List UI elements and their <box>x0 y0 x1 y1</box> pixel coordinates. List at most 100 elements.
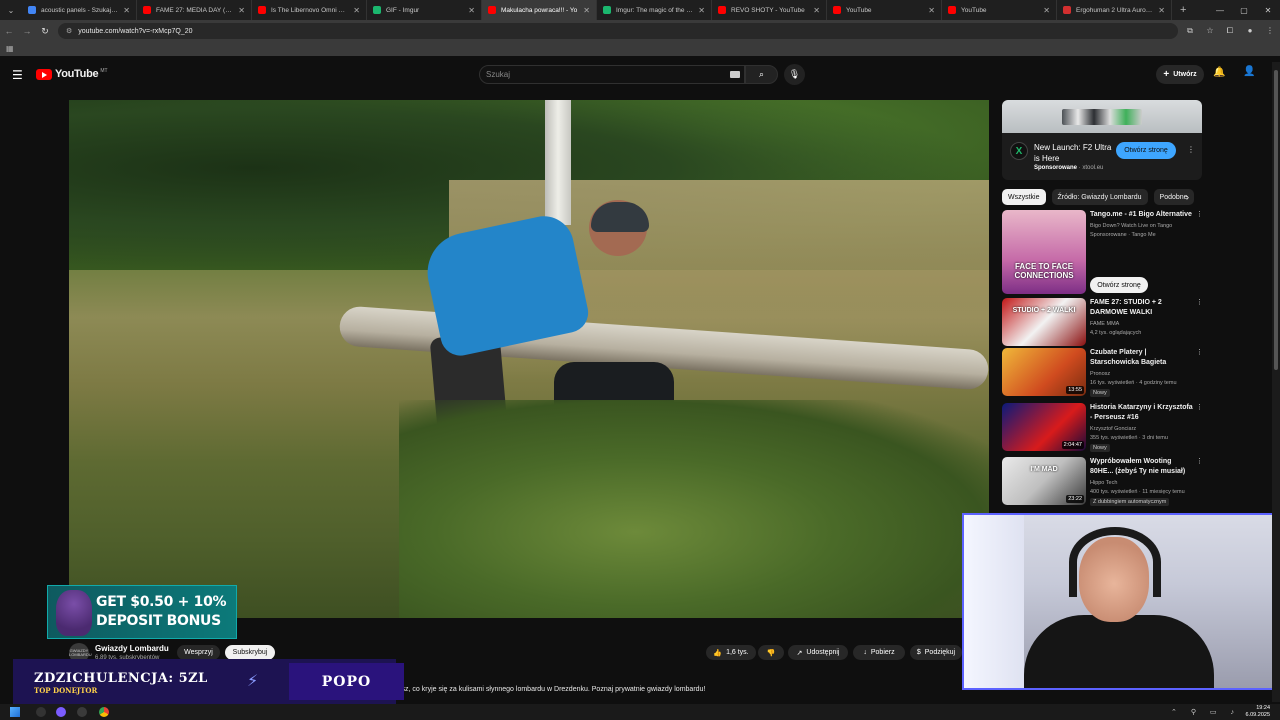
share-button[interactable]: ↗ Udostępnij <box>788 645 848 660</box>
tab-close-icon[interactable]: ✕ <box>928 6 935 15</box>
video-thumbnail[interactable]: 2:04:47 <box>1002 403 1086 451</box>
more-options-icon[interactable]: ⋮ <box>1196 403 1203 411</box>
cast-icon[interactable]: ⧉ <box>1180 26 1200 36</box>
dislike-button[interactable]: 👎 <box>758 645 784 660</box>
browser-tab[interactable]: FAME 27: MEDIA DAY (Media ✕ <box>137 0 252 20</box>
tab-close-icon[interactable]: ✕ <box>813 6 820 15</box>
taskbar-app-icon[interactable] <box>36 707 46 717</box>
browser-tab[interactable]: Is The Libernovo Omni Chair ✕ <box>252 0 367 20</box>
open-site-button[interactable]: Otwórz stronę <box>1090 277 1148 293</box>
channel-name[interactable]: Hippo Tech <box>1090 479 1117 488</box>
tab-close-icon[interactable]: ✕ <box>583 6 590 15</box>
tab-close-icon[interactable]: ✕ <box>123 6 130 15</box>
browser-tab[interactable]: Imgur: The magic of the Inter ✕ <box>597 0 712 20</box>
taskbar-chrome-icon[interactable] <box>99 707 109 717</box>
url-field[interactable]: ⚙ youtube.com/watch?v=-rxMcp7Q_20 <box>58 23 1178 39</box>
youtube-logo[interactable]: YouTube MT <box>36 68 108 80</box>
browser-tab[interactable]: YouTube ✕ <box>942 0 1057 20</box>
sidebar-sponsored-ad[interactable]: X New Launch: F2 Ultra is Here Sponsorow… <box>1002 100 1202 180</box>
video-thumbnail[interactable]: FACE TO FACE CONNECTIONS <box>1002 210 1086 294</box>
ad-title[interactable]: New Launch: F2 Ultra is Here <box>1034 142 1114 164</box>
description-snippet[interactable]: u zobaczysz, co kryje się za kulisami sł… <box>370 686 705 693</box>
thanks-button[interactable]: $ Podziękuj <box>910 645 962 660</box>
recommendation-item[interactable]: 13:55 Czubate Platery | Starschowicka Bag… <box>1002 348 1203 398</box>
tab-close-icon[interactable]: ✕ <box>1043 6 1050 15</box>
bookmark-star-icon[interactable]: ☆ <box>1200 26 1220 36</box>
tab-close-icon[interactable]: ✕ <box>238 6 245 15</box>
filter-chip[interactable]: Źródło: Gwiazdy Lombardu <box>1051 189 1148 205</box>
channel-name[interactable]: Bigo Down? Watch Live on Tango <box>1090 222 1172 231</box>
browser-tab[interactable]: GIF - Imgur ✕ <box>367 0 482 20</box>
bookmarks-bar: ▦ <box>0 42 1280 56</box>
guide-menu-icon[interactable]: ☰ <box>12 68 23 82</box>
video-player[interactable] <box>69 100 989 618</box>
download-button[interactable]: ↓ Pobierz <box>853 645 905 660</box>
extensions-icon[interactable]: ⧠ <box>1220 26 1240 36</box>
support-button[interactable]: Wesprzyj <box>177 645 220 660</box>
filter-chip[interactable]: Wszystkie <box>1002 189 1046 205</box>
more-options-icon[interactable]: ⋮ <box>1196 348 1203 356</box>
tab-close-icon[interactable]: ✕ <box>353 6 360 15</box>
search-input[interactable]: Szukaj <box>479 65 745 84</box>
video-title[interactable]: Tango.me - #1 Bigo Alternative <box>1090 210 1194 220</box>
apps-grid-icon[interactable]: ▦ <box>6 44 14 53</box>
browser-tab[interactable]: Makulacha powraca!!! - Yo ✕ <box>482 0 597 20</box>
voice-search-button[interactable]: 🎙 <box>784 64 805 85</box>
taskbar-discord-icon[interactable] <box>56 707 66 717</box>
recommendation-item[interactable]: FACE TO FACE CONNECTIONS Tango.me - #1 Bi… <box>1002 210 1203 294</box>
channel-name[interactable]: Gwiazdy Lombardu <box>95 644 169 653</box>
recommendation-item[interactable]: STUDIO + 2 WALKI FAME 27: STUDIO + 2 DARM… <box>1002 298 1203 348</box>
profile-icon[interactable]: ● <box>1240 26 1260 36</box>
browser-tab[interactable]: Ergohuman 2 Ultra Aurora W ✕ <box>1057 0 1172 20</box>
scrollbar-thumb[interactable] <box>1274 70 1278 370</box>
browser-tab[interactable]: acoustic panels - Szukaj w Go ✕ <box>22 0 137 20</box>
site-info-icon[interactable]: ⚙ <box>66 27 72 35</box>
subscribe-button[interactable]: Subskrybuj <box>225 645 275 660</box>
video-title[interactable]: Czubate Platery | Starschowicka Bagieta <box>1090 348 1194 367</box>
video-thumbnail[interactable]: STUDIO + 2 WALKI <box>1002 298 1086 346</box>
channel-name[interactable]: FAME MMA <box>1090 320 1119 329</box>
ad-open-site-button[interactable]: Otwórz stronę <box>1116 142 1176 159</box>
create-button[interactable]: + Utwórz <box>1156 65 1204 84</box>
system-tray-icons[interactable]: ⌃ ⚲ ▭ ♪ <box>1171 708 1240 716</box>
back-icon[interactable]: ← <box>0 26 18 36</box>
video-title[interactable]: Wypróbowałem Wooting 80HE... (żebyś Ty n… <box>1090 457 1194 476</box>
forward-icon[interactable]: → <box>18 26 36 36</box>
recommendation-item[interactable]: 2:04:47 Historia Katarzyny i Krzysztofa -… <box>1002 403 1203 453</box>
more-options-icon[interactable]: ⋮ <box>1196 457 1203 465</box>
more-options-icon[interactable]: ⋮ <box>1196 210 1203 218</box>
search-button[interactable]: ⌕ <box>745 65 778 84</box>
tab-close-icon[interactable]: ✕ <box>468 6 475 15</box>
tab-close-icon[interactable]: ✕ <box>698 6 705 15</box>
more-options-icon[interactable]: ⋮ <box>1196 298 1203 306</box>
tab-close-icon[interactable]: ✕ <box>1158 6 1165 15</box>
video-thumbnail[interactable]: I'M MAD 23:22 <box>1002 457 1086 505</box>
browser-tab[interactable]: REVO SHOTY - YouTube ✕ <box>712 0 827 20</box>
video-title[interactable]: FAME 27: STUDIO + 2 DARMOWE WALKI <box>1090 298 1194 317</box>
channel-name[interactable]: Pronosz <box>1090 370 1110 379</box>
channel-name[interactable]: Krzysztof Gonciarz <box>1090 425 1136 434</box>
notifications-bell-icon[interactable]: 🔔 <box>1213 67 1225 78</box>
keyboard-icon[interactable] <box>730 71 740 78</box>
page-scrollbar[interactable] <box>1272 62 1280 702</box>
taskbar-obs-icon[interactable] <box>77 707 87 717</box>
browser-tab[interactable]: YouTube ✕ <box>827 0 942 20</box>
maximize-icon[interactable]: ▢ <box>1232 0 1256 20</box>
close-window-icon[interactable]: ✕ <box>1256 0 1280 20</box>
like-button[interactable]: 👍 1,6 tys. <box>706 645 756 660</box>
overlay-ad-banner[interactable]: GET $0.50 + 10% DEPOSIT BONUS <box>47 585 237 639</box>
minimize-icon[interactable]: — <box>1208 0 1232 20</box>
windows-start-icon[interactable] <box>10 707 20 717</box>
new-tab-button[interactable]: + <box>1172 4 1194 16</box>
reload-icon[interactable]: ↻ <box>36 26 54 37</box>
video-thumbnail[interactable]: 13:55 <box>1002 348 1086 396</box>
browser-menu-icon[interactable]: ⋮ <box>1260 26 1280 36</box>
taskbar-clock[interactable]: 19:24 6.09.2025 <box>1246 705 1270 719</box>
recommendation-item[interactable]: I'M MAD 23:22 Wypróbowałem Wooting 80HE...… <box>1002 457 1203 507</box>
more-options-icon[interactable]: ⋮ <box>1187 145 1195 154</box>
chevron-right-icon[interactable]: › <box>1186 192 1189 202</box>
tab-search-icon[interactable]: ⌄ <box>0 0 22 20</box>
account-avatar[interactable]: 👤 <box>1243 66 1257 82</box>
ad-product-image[interactable] <box>1002 100 1202 133</box>
video-title[interactable]: Historia Katarzyny i Krzysztofa - Perseu… <box>1090 403 1194 422</box>
